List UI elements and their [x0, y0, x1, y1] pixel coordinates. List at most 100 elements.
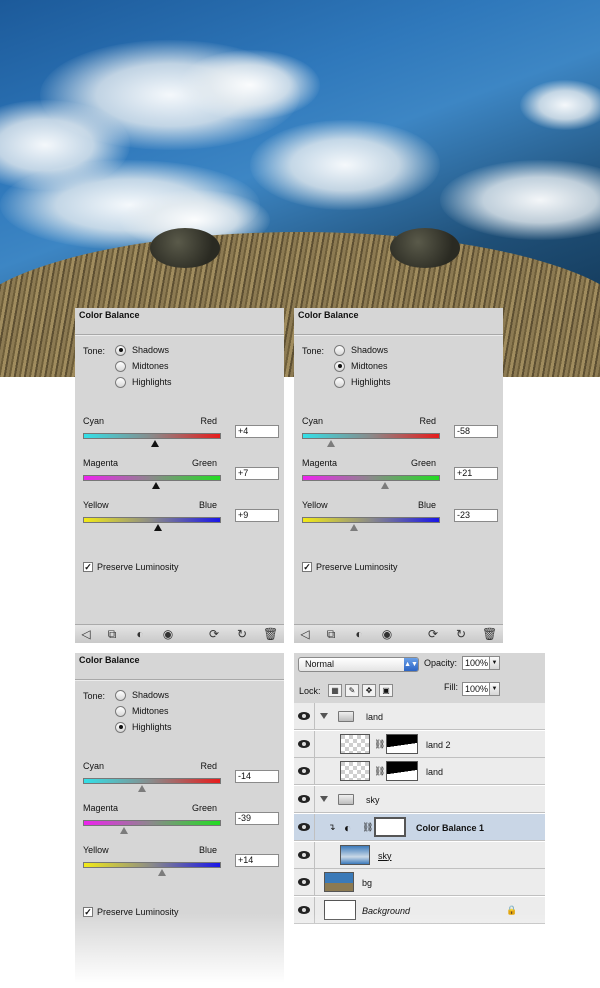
slider-track[interactable] — [83, 778, 221, 784]
tone-radio-shadows[interactable]: Shadows — [115, 343, 169, 357]
fill-dropdown-icon[interactable]: ▼ — [490, 682, 500, 696]
eye-icon[interactable] — [298, 822, 310, 831]
visibility-toggle[interactable] — [294, 758, 315, 785]
clip-to-layer-icon[interactable]: ⧉ — [105, 627, 119, 641]
eye-icon[interactable] — [298, 712, 310, 720]
checkbox-icon[interactable]: ✓ — [83, 907, 93, 917]
eye-icon[interactable] — [298, 767, 310, 776]
slider-thumb[interactable] — [157, 869, 166, 876]
reset-icon[interactable]: ⟳ — [426, 627, 440, 641]
slider-thumb[interactable] — [120, 827, 129, 834]
slider-value-field[interactable]: +7 — [235, 467, 279, 480]
trash-icon[interactable]: 🗑 — [482, 627, 497, 641]
preserve-luminosity-checkbox[interactable]: ✓ Preserve Luminosity — [83, 561, 179, 573]
preserve-luminosity-checkbox[interactable]: ✓ Preserve Luminosity — [83, 906, 179, 918]
lock-transparent-icon[interactable]: ▦ — [328, 684, 342, 697]
slider-value-field[interactable]: -23 — [454, 509, 498, 522]
visibility-toggle[interactable] — [294, 730, 315, 757]
checkbox-icon[interactable]: ✓ — [302, 562, 312, 572]
slider-track[interactable] — [83, 433, 221, 439]
radio-icon[interactable] — [115, 705, 126, 717]
tone-radio-highlights[interactable]: Highlights — [115, 720, 172, 734]
layer-row[interactable]: bg — [294, 869, 545, 897]
slider-track[interactable] — [83, 862, 221, 868]
slider-thumb[interactable] — [326, 440, 335, 447]
link-icon[interactable]: ⛓ — [374, 739, 385, 750]
clip-to-layer-icon[interactable]: ⧉ — [324, 627, 338, 641]
layer-row[interactable]: sky — [294, 786, 545, 814]
radio-icon[interactable] — [115, 721, 126, 733]
back-arrow-icon[interactable]: ◁ — [298, 627, 312, 641]
tone-radio-shadows[interactable]: Shadows — [115, 688, 169, 702]
visibility-toggle[interactable] — [294, 869, 315, 896]
radio-icon[interactable] — [115, 376, 126, 388]
eye-icon[interactable] — [298, 850, 310, 859]
lock-move-icon[interactable]: ✥ — [362, 684, 376, 697]
visibility-toggle[interactable] — [294, 786, 315, 813]
expand-triangle-icon[interactable] — [320, 713, 328, 719]
lock-brush-icon[interactable]: ✎ — [345, 684, 359, 697]
tone-radio-midtones[interactable]: Midtones — [115, 704, 169, 718]
slider-track[interactable] — [83, 475, 221, 481]
layer-row[interactable]: ⛓ land — [294, 758, 545, 786]
tone-radio-midtones[interactable]: Midtones — [334, 359, 388, 373]
visibility-eye-icon[interactable]: ◉ — [161, 627, 175, 641]
layer-row[interactable]: 🔒 Background — [294, 896, 545, 924]
expand-triangle-icon[interactable] — [320, 796, 328, 803]
visibility-toggle[interactable] — [294, 813, 315, 840]
visibility-toggle[interactable] — [294, 703, 315, 729]
radio-icon[interactable] — [334, 344, 345, 356]
opacity-field[interactable]: 100% — [462, 656, 490, 670]
tone-radio-highlights[interactable]: Highlights — [115, 375, 172, 389]
slider-track[interactable] — [302, 433, 440, 439]
slider-thumb[interactable] — [152, 482, 161, 489]
link-icon[interactable]: ⛓ — [374, 766, 385, 777]
visibility-toggle[interactable] — [294, 896, 315, 923]
layer-row[interactable]: land — [294, 703, 545, 730]
layer-row[interactable]: ⛓ land 2 — [294, 730, 545, 758]
view-previous-icon[interactable]: ◐ — [352, 627, 366, 641]
layer-row[interactable]: ↴ ◐ ⛓ Color Balance 1 — [294, 813, 545, 841]
blend-mode-select[interactable]: Normal ▲▼ — [298, 657, 419, 672]
opacity-dropdown-icon[interactable]: ▼ — [490, 656, 500, 670]
slider-thumb[interactable] — [380, 482, 389, 489]
slider-value-field[interactable]: -58 — [454, 425, 498, 438]
slider-value-field[interactable]: +9 — [235, 509, 279, 522]
radio-icon[interactable] — [115, 360, 126, 372]
radio-icon[interactable] — [115, 689, 126, 701]
tone-radio-highlights[interactable]: Highlights — [334, 375, 391, 389]
slider-value-field[interactable]: +4 — [235, 425, 279, 438]
visibility-eye-icon[interactable]: ◉ — [380, 627, 394, 641]
slider-thumb[interactable] — [138, 785, 147, 792]
slider-value-field[interactable]: +21 — [454, 467, 498, 480]
visibility-toggle[interactable] — [294, 841, 315, 868]
slider-track[interactable] — [302, 475, 440, 481]
slider-value-field[interactable]: -14 — [235, 770, 279, 783]
eye-icon[interactable] — [298, 795, 310, 804]
tone-radio-shadows[interactable]: Shadows — [334, 343, 388, 357]
radio-icon[interactable] — [334, 360, 345, 372]
layer-row[interactable]: sky — [294, 841, 545, 869]
checkbox-icon[interactable]: ✓ — [83, 562, 93, 572]
radio-icon[interactable] — [334, 376, 345, 388]
refresh-icon[interactable]: ↻ — [235, 627, 249, 641]
radio-icon[interactable] — [115, 344, 126, 356]
slider-thumb[interactable] — [350, 524, 359, 531]
eye-icon[interactable] — [298, 878, 310, 887]
tone-radio-midtones[interactable]: Midtones — [115, 359, 169, 373]
fill-field[interactable]: 100% — [462, 682, 490, 696]
slider-track[interactable] — [83, 517, 221, 523]
slider-track[interactable] — [83, 820, 221, 826]
slider-value-field[interactable]: +14 — [235, 854, 279, 867]
trash-icon[interactable]: 🗑 — [263, 627, 278, 641]
back-arrow-icon[interactable]: ◁ — [79, 627, 93, 641]
eye-icon[interactable] — [298, 905, 310, 914]
slider-thumb[interactable] — [153, 524, 162, 531]
lock-all-icon[interactable]: ▣ — [379, 684, 393, 697]
link-icon[interactable]: ⛓ — [362, 822, 373, 833]
refresh-icon[interactable]: ↻ — [454, 627, 468, 641]
reset-icon[interactable]: ⟳ — [207, 627, 221, 641]
slider-thumb[interactable] — [150, 440, 159, 447]
slider-value-field[interactable]: -39 — [235, 812, 279, 825]
slider-track[interactable] — [302, 517, 440, 523]
